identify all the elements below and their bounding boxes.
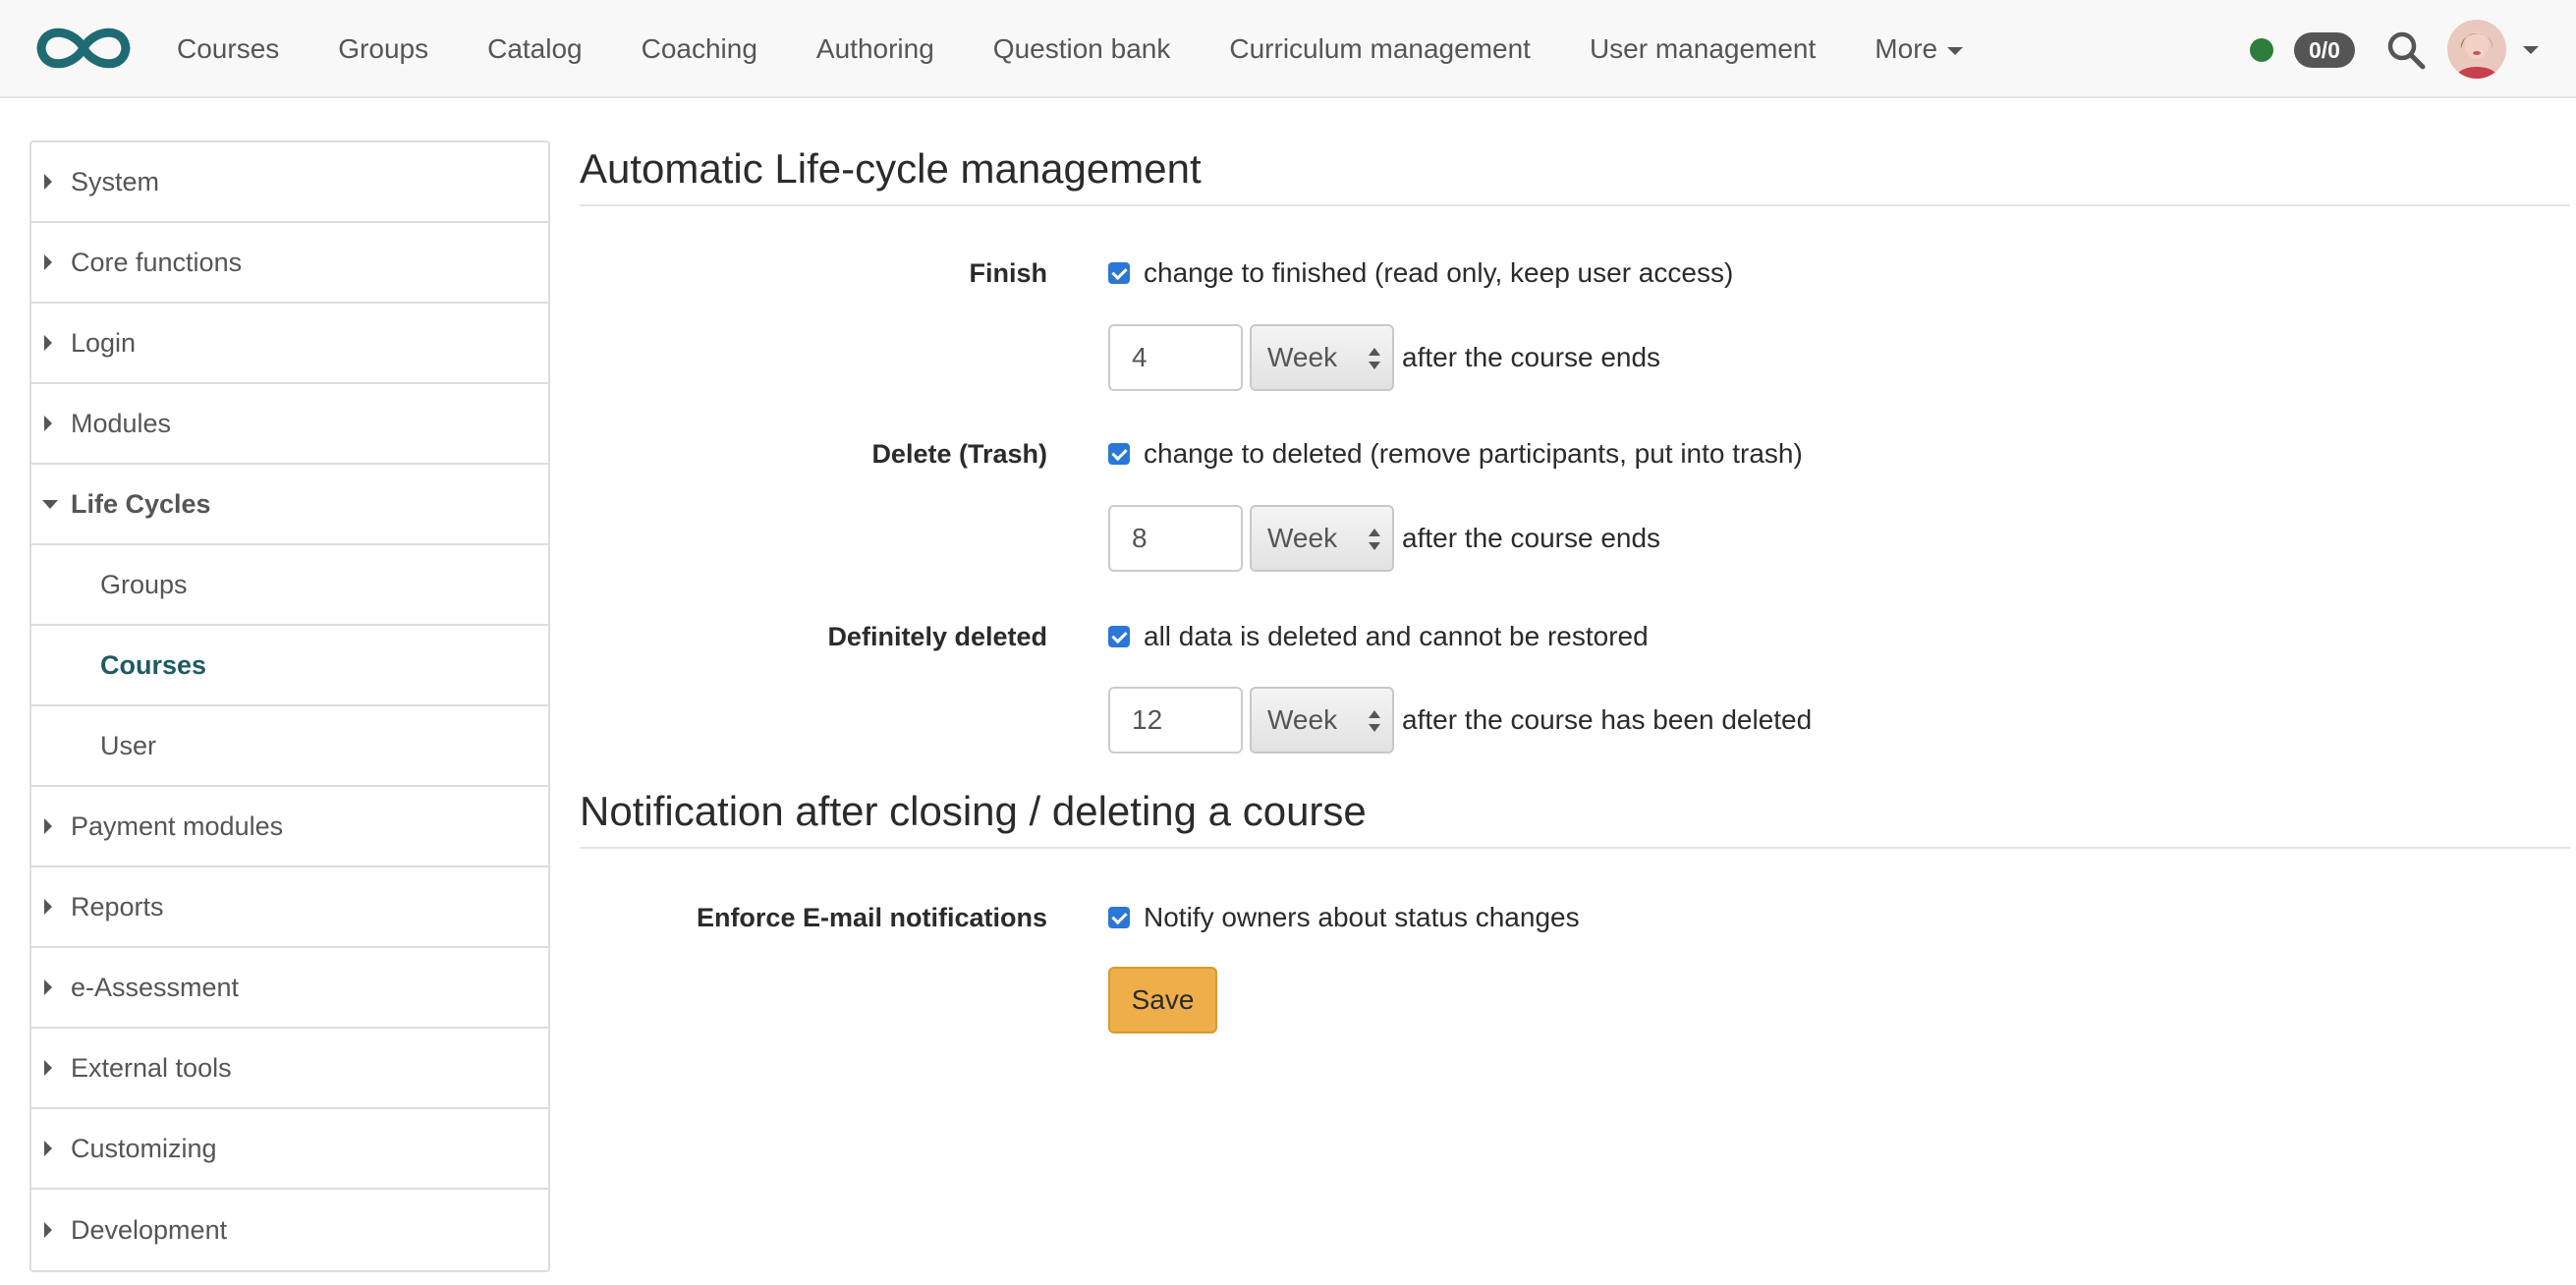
sidebar-item-login[interactable]: Login xyxy=(31,304,548,384)
delete-trash-label: Delete (Trash) xyxy=(871,439,1047,469)
sidebar-item-core-functions[interactable]: Core functions xyxy=(31,223,548,304)
nav-item-user-management[interactable]: User management xyxy=(1560,0,1845,98)
finish-checkbox-row: change to finished (read only, keep user… xyxy=(1108,255,1733,291)
delete-duration-input[interactable]: 8 xyxy=(1108,505,1243,572)
caret-right-icon xyxy=(44,818,52,834)
definitely-duration-input[interactable]: 12 xyxy=(1108,687,1243,754)
delete-unit-select[interactable]: Week xyxy=(1250,505,1394,572)
notify-checkbox-row: Notify owners about status changes xyxy=(1108,900,1580,935)
definitely-deleted-label: Definitely deleted xyxy=(827,622,1047,651)
definitely-deleted-checkbox[interactable] xyxy=(1108,626,1130,647)
sidebar-item-label: System xyxy=(71,166,160,196)
caret-right-icon xyxy=(44,899,52,915)
notify-owners-checkbox[interactable] xyxy=(1108,907,1130,928)
sidebar-subitem-user[interactable]: User xyxy=(31,706,548,787)
sidebar-item-life-cycles[interactable]: Life Cycles xyxy=(31,465,548,545)
delete-checkbox-label: change to deleted (remove participants, … xyxy=(1144,438,1803,469)
sidebar-item-label: Customizing xyxy=(71,1133,217,1163)
counter-badge[interactable]: 0/0 xyxy=(2294,32,2355,68)
finish-after-text: after the course ends xyxy=(1402,342,1661,372)
top-navigation-bar: Courses Groups Catalog Coaching Authorin… xyxy=(0,0,2576,98)
enforce-email-label: Enforce E-mail notifications xyxy=(696,903,1047,932)
sidebar-item-label: e-Assessment xyxy=(71,972,240,1002)
search-icon[interactable] xyxy=(2385,29,2427,71)
finish-duration-input[interactable]: 4 xyxy=(1108,324,1243,391)
delete-checkbox[interactable] xyxy=(1108,443,1130,465)
sidebar-item-customizing[interactable]: Customizing xyxy=(31,1109,548,1190)
nav-more-label: More xyxy=(1875,33,1938,64)
select-arrows-icon xyxy=(1369,348,1380,371)
avatar-image xyxy=(2447,20,2506,79)
finish-unit-select[interactable]: Week xyxy=(1250,324,1394,391)
online-status-indicator[interactable] xyxy=(2250,38,2273,62)
sidebar-subitem-courses[interactable]: Courses xyxy=(31,626,548,706)
sidebar-item-label: External tools xyxy=(71,1052,232,1083)
caret-right-icon xyxy=(44,1141,52,1156)
definitely-unit-value: Week xyxy=(1267,704,1338,735)
delete-after-text: after the course ends xyxy=(1402,523,1661,553)
delete-checkbox-row: change to deleted (remove participants, … xyxy=(1108,436,1803,472)
caret-right-icon xyxy=(44,1060,52,1076)
caret-right-icon xyxy=(44,979,52,995)
sidebar-item-development[interactable]: Development xyxy=(31,1190,548,1270)
caret-right-icon xyxy=(44,416,52,431)
sidebar-item-payment-modules[interactable]: Payment modules xyxy=(31,787,548,867)
sidebar-subitem-groups[interactable]: Groups xyxy=(31,545,548,626)
lifecycle-section-title: Automatic Life-cycle management xyxy=(580,141,2570,206)
nav-item-authoring[interactable]: Authoring xyxy=(787,0,964,98)
sidebar-item-label: Groups xyxy=(100,569,188,599)
nav-item-courses[interactable]: Courses xyxy=(147,0,308,98)
definitely-after-text: after the course has been deleted xyxy=(1402,704,1813,735)
nav-item-question-bank[interactable]: Question bank xyxy=(964,0,1201,98)
select-arrows-icon xyxy=(1369,710,1380,734)
sidebar-item-label: User xyxy=(100,730,157,760)
nav-more-dropdown[interactable]: More xyxy=(1845,0,1992,98)
definitely-checkbox-row: all data is deleted and cannot be restor… xyxy=(1108,619,1649,654)
sidebar-item-label: Development xyxy=(71,1214,228,1245)
delete-unit-value: Week xyxy=(1267,523,1338,553)
admin-sidebar: System Core functions Login Modules Life… xyxy=(29,140,550,1272)
nav-item-catalog[interactable]: Catalog xyxy=(458,0,612,98)
chevron-down-icon xyxy=(1947,46,1964,55)
definitely-deleted-checkbox-label: all data is deleted and cannot be restor… xyxy=(1144,621,1649,651)
notification-section-title: Notification after closing / deleting a … xyxy=(580,784,2570,849)
finish-label: Finish xyxy=(969,258,1048,288)
finish-checkbox[interactable] xyxy=(1108,262,1130,284)
sidebar-item-label: Life Cycles xyxy=(71,488,211,519)
nav-item-coaching[interactable]: Coaching xyxy=(612,0,787,98)
finish-checkbox-label: change to finished (read only, keep user… xyxy=(1144,257,1734,288)
caret-down-icon xyxy=(42,499,58,509)
definitely-unit-select[interactable]: Week xyxy=(1250,687,1394,754)
nav-item-groups[interactable]: Groups xyxy=(308,0,458,98)
caret-right-icon xyxy=(44,174,52,190)
sidebar-item-label: Courses xyxy=(100,649,207,680)
sidebar-item-label: Modules xyxy=(71,408,172,438)
caret-right-icon xyxy=(44,335,52,351)
sidebar-item-system[interactable]: System xyxy=(31,142,548,223)
user-menu-chevron-icon[interactable] xyxy=(2523,46,2539,54)
user-avatar[interactable] xyxy=(2447,20,2506,79)
main-navigation: Courses Groups Catalog Coaching Authorin… xyxy=(147,0,1992,98)
sidebar-item-label: Core functions xyxy=(71,247,243,277)
sidebar-item-reports[interactable]: Reports xyxy=(31,867,548,948)
finish-unit-value: Week xyxy=(1267,342,1338,372)
sidebar-item-label: Reports xyxy=(71,891,164,922)
notify-owners-label: Notify owners about status changes xyxy=(1144,902,1580,932)
save-button[interactable]: Save xyxy=(1108,967,1217,1034)
infinity-logo-icon[interactable] xyxy=(29,18,138,79)
caret-right-icon xyxy=(44,1222,52,1238)
sidebar-item-modules[interactable]: Modules xyxy=(31,384,548,465)
sidebar-item-label: Login xyxy=(71,327,137,358)
nav-item-curriculum-management[interactable]: Curriculum management xyxy=(1200,0,1560,98)
sidebar-item-e-assessment[interactable]: e-Assessment xyxy=(31,948,548,1029)
sidebar-item-label: Payment modules xyxy=(71,810,284,841)
caret-right-icon xyxy=(44,254,52,270)
sidebar-item-external-tools[interactable]: External tools xyxy=(31,1029,548,1109)
select-arrows-icon xyxy=(1369,529,1380,552)
